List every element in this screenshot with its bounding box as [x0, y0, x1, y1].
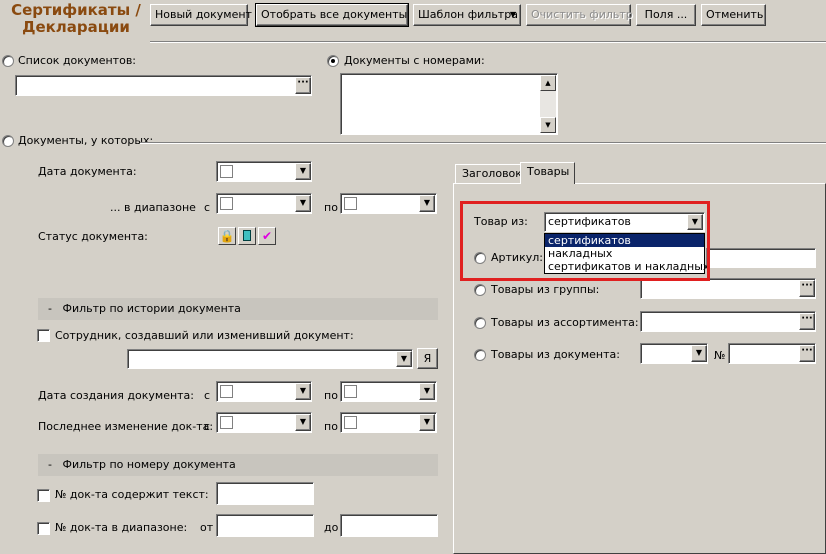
chevron-down-icon[interactable]: ▼: [396, 351, 412, 367]
article-label: Артикул:: [491, 251, 543, 264]
dropdown-option-certificates[interactable]: сертификатов: [545, 234, 704, 247]
range-from-label: с: [204, 201, 211, 214]
employee-select[interactable]: [127, 349, 413, 369]
document-label: Товары из документа:: [491, 348, 620, 361]
filter-template-button[interactable]: Шаблон фильтра ▼: [413, 4, 521, 26]
doc-list-browse-button[interactable]: ···: [295, 77, 311, 94]
status-label: Статус документа:: [38, 230, 148, 243]
article-input[interactable]: [706, 248, 816, 268]
goods-from-dropdown-list[interactable]: сертификатов накладных сертификатов и на…: [544, 233, 709, 274]
goods-from-select[interactable]: сертификатов: [544, 212, 705, 232]
chevron-down-icon[interactable]: ▼: [295, 383, 311, 400]
date-checkbox[interactable]: [344, 416, 357, 429]
toolbar-separator: [150, 41, 826, 43]
history-section-title: Фильтр по истории документа: [62, 302, 241, 315]
document-radio[interactable]: [474, 349, 486, 361]
assortment-field[interactable]: [640, 311, 816, 332]
tab-header[interactable]: Заголовок: [455, 164, 522, 184]
article-radio[interactable]: [474, 252, 486, 264]
number-range-from-label: от: [200, 521, 214, 534]
fields-button[interactable]: Поля ...: [636, 4, 696, 26]
goods-from-label: Товар из:: [474, 215, 528, 228]
group-radio[interactable]: [474, 284, 486, 296]
number-range-label: № док-та в диапазоне:: [55, 521, 188, 534]
date-checkbox[interactable]: [220, 165, 233, 178]
number-range-from-input[interactable]: [216, 514, 314, 537]
clear-filter-button[interactable]: Очистить фильтр: [526, 4, 633, 26]
scroll-up-icon[interactable]: ▲: [540, 75, 556, 91]
date-checkbox[interactable]: [220, 385, 233, 398]
doc-list-field[interactable]: [15, 75, 312, 96]
history-section-header[interactable]: - Фильтр по истории документа: [38, 298, 438, 320]
assortment-browse-button[interactable]: ···: [799, 313, 815, 330]
employee-checkbox[interactable]: [37, 329, 50, 342]
app-title-line1: Сертификаты /: [11, 1, 141, 19]
number-range-to-label: до: [324, 521, 339, 534]
group-field[interactable]: [640, 278, 816, 299]
assortment-radio[interactable]: [474, 317, 486, 329]
filter-template-label: Шаблон фильтра: [418, 8, 518, 21]
doc-date-label: Дата документа:: [38, 165, 137, 178]
number-sign-label: №: [714, 349, 726, 362]
range-label: ... в диапазоне: [110, 201, 196, 214]
last-change-label: Последнее изменение док-та:: [38, 420, 214, 433]
number-section-title: Фильтр по номеру документа: [62, 458, 236, 471]
chevron-down-icon[interactable]: ▼: [419, 195, 435, 212]
number-range-checkbox[interactable]: [37, 522, 50, 535]
date-checkbox[interactable]: [344, 197, 357, 210]
number-contains-label: № док-та содержит текст:: [55, 488, 209, 501]
number-contains-checkbox[interactable]: [37, 489, 50, 502]
created-from-label: с: [204, 389, 211, 402]
tab-goods[interactable]: Товары: [520, 162, 575, 184]
chevron-down-icon: ▼: [509, 10, 516, 19]
document-browse-button[interactable]: ···: [799, 345, 815, 362]
date-checkbox[interactable]: [220, 197, 233, 210]
number-section-header[interactable]: - Фильтр по номеру документа: [38, 454, 438, 476]
textarea-scrollbar[interactable]: ▲ ▼: [540, 75, 556, 133]
chevron-down-icon[interactable]: ▼: [295, 195, 311, 212]
docs-where-radio[interactable]: [2, 135, 14, 147]
show-all-documents-button[interactable]: Отобрать все документы: [255, 3, 409, 27]
employee-label: Сотрудник, создавший или изменивший доку…: [55, 329, 354, 342]
doc-list-radio[interactable]: [2, 55, 14, 67]
me-button[interactable]: Я: [417, 348, 438, 369]
range-to-label: по: [324, 201, 338, 214]
date-checkbox[interactable]: [344, 385, 357, 398]
created-to-label: по: [324, 389, 338, 402]
docs-with-numbers-label: Документы с номерами:: [344, 54, 485, 67]
dropdown-option-certificates-and-invoices[interactable]: сертификатов и накладных: [545, 260, 709, 273]
created-date-label: Дата создания документа:: [38, 389, 195, 402]
chevron-down-icon[interactable]: ▼: [419, 383, 435, 400]
last-change-from-label: с: [204, 420, 211, 433]
doc-list-label: Список документов:: [18, 54, 137, 67]
chevron-down-icon[interactable]: ▼: [687, 214, 703, 230]
app-title: Сертификаты / Декларации: [6, 2, 146, 36]
chevron-down-icon[interactable]: ▼: [295, 414, 311, 431]
chevron-down-icon[interactable]: ▼: [295, 163, 311, 180]
number-contains-input[interactable]: [216, 482, 314, 505]
dropdown-option-invoices[interactable]: накладных: [545, 247, 704, 260]
group-browse-button[interactable]: ···: [799, 280, 815, 297]
chevron-down-icon[interactable]: ▼: [419, 414, 435, 431]
group-label: Товары из группы:: [491, 283, 600, 296]
docs-with-numbers-radio[interactable]: [327, 55, 339, 67]
document-icon[interactable]: [238, 227, 256, 245]
assortment-label: Товары из ассортимента:: [491, 316, 639, 329]
new-document-button[interactable]: Новый документ: [150, 4, 252, 26]
cancel-button[interactable]: Отменить: [701, 4, 766, 26]
scroll-down-icon[interactable]: ▼: [540, 117, 556, 133]
date-checkbox[interactable]: [220, 416, 233, 429]
lock-icon[interactable]: 🔒: [218, 227, 236, 245]
last-change-to-label: по: [324, 420, 338, 433]
docs-with-numbers-textarea[interactable]: [340, 73, 558, 135]
checkmark-icon[interactable]: ✔: [258, 227, 276, 245]
docs-where-label: Документы, у которых:: [18, 134, 154, 147]
number-range-to-input[interactable]: [340, 514, 438, 537]
app-title-line2: Декларации: [22, 18, 130, 36]
chevron-down-icon[interactable]: ▼: [691, 345, 707, 362]
goods-from-value: сертификатов: [548, 215, 631, 228]
docs-where-separator: [140, 142, 826, 144]
